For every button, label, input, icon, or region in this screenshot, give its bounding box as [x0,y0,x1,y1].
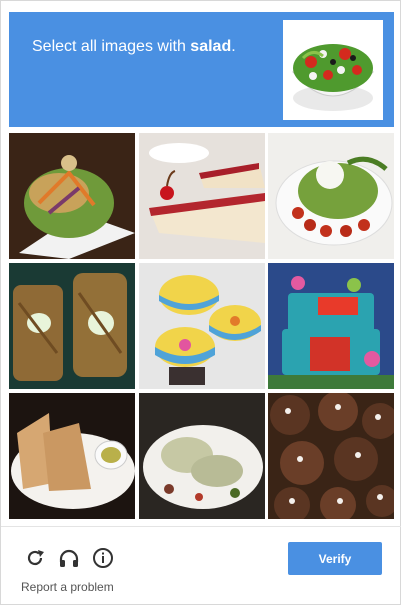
tile-cupcakes[interactable] [139,263,265,389]
sample-image [283,20,383,120]
image-grid [9,133,394,520]
tile-tuna-sandwich[interactable] [9,263,135,389]
tile-cheesecake-slice[interactable] [139,133,265,259]
tile-birthday-cake[interactable] [268,263,394,389]
tile-caprese-salad[interactable] [268,133,394,259]
instruction-keyword: salad [190,38,232,55]
verify-button[interactable]: Verify [288,542,382,575]
reload-icon[interactable] [23,546,47,570]
tile-salad-plate[interactable] [9,133,135,259]
captcha-dialog: Select all images with salad. Report a p… [0,0,401,605]
info-icon[interactable] [91,546,115,570]
challenge-header: Select all images with salad. [9,12,394,127]
tile-bread-and-oil[interactable] [9,393,135,519]
instruction-text: Select all images with salad. [32,38,236,55]
report-problem-link[interactable]: Report a problem [21,580,114,594]
tile-cookies[interactable] [268,393,394,519]
footer-divider [1,526,401,527]
headphones-icon[interactable] [57,546,81,570]
tile-fish-dish[interactable] [139,393,265,519]
